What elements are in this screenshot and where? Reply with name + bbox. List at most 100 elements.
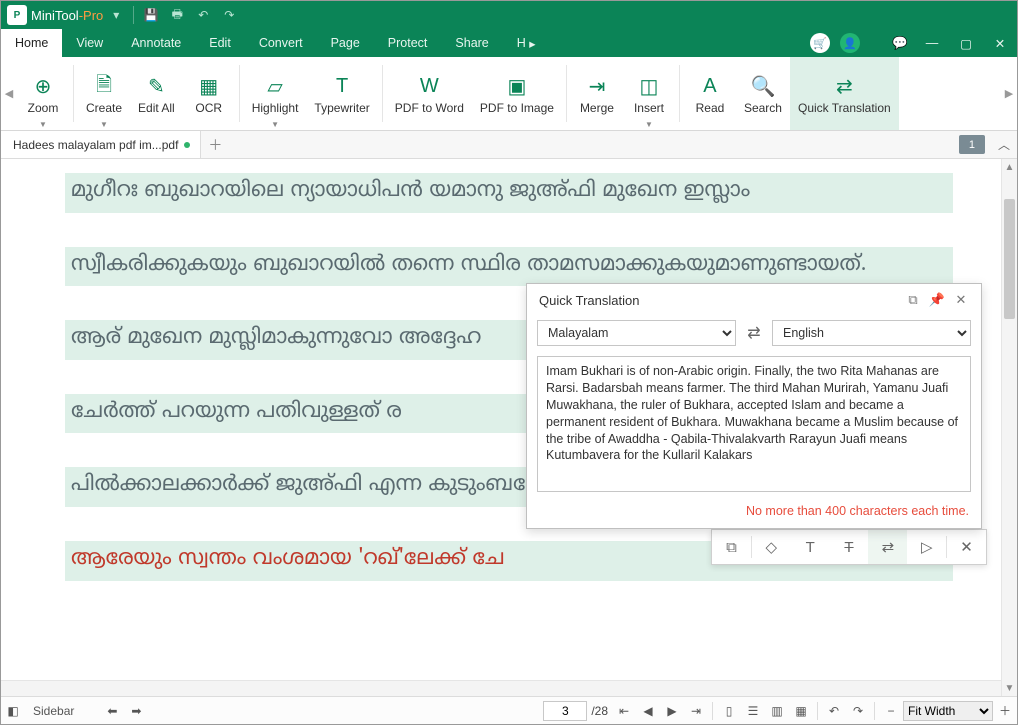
last-page-icon[interactable]: ⇥: [684, 697, 708, 724]
page-up-icon[interactable]: ◀: [636, 697, 660, 724]
menu-help[interactable]: H ▸: [503, 29, 550, 57]
tool-pdf-to-word[interactable]: WPDF to Word: [387, 57, 472, 130]
rotate-right-icon[interactable]: ↷: [846, 697, 870, 724]
menu-view[interactable]: View: [62, 29, 117, 57]
strikethrough-icon[interactable]: T: [830, 530, 869, 564]
highlight-selection-icon[interactable]: ◇: [752, 530, 791, 564]
add-tab-button[interactable]: ＋: [201, 131, 229, 158]
zoom-out-icon[interactable]: −: [879, 697, 903, 724]
quick-access-toolbar: P MiniTool-Pro ▾ 💾 🖶 ↶ ↷: [1, 1, 1017, 29]
vertical-scrollbar[interactable]: ▲ ▼: [1001, 159, 1017, 696]
zoom-level-select[interactable]: Fit Width: [903, 701, 993, 721]
highlight-icon: ▱: [267, 73, 282, 101]
tool-highlight[interactable]: ▱Highlight▼: [244, 57, 307, 130]
scroll-up-icon[interactable]: ▲: [1002, 159, 1017, 175]
zoom-in-icon[interactable]: ＋: [993, 697, 1017, 724]
feedback-icon[interactable]: 💬: [885, 29, 915, 57]
source-language-select[interactable]: Malayalam: [537, 320, 736, 346]
copy-icon[interactable]: ⧉: [901, 292, 925, 308]
create-icon: 🗎: [96, 73, 112, 101]
panel-title: Quick Translation: [539, 293, 639, 308]
page-total: /28: [587, 704, 612, 718]
app-logo: P: [7, 5, 27, 25]
document-tabs: Hadees malayalam pdf im...pdf ＋ 1 ︿: [1, 131, 1017, 159]
first-page-icon[interactable]: ⇤: [612, 697, 636, 724]
zoom-icon: ⊕: [35, 73, 52, 101]
tool-pdf-to-image[interactable]: ▣PDF to Image: [472, 57, 562, 130]
close-button[interactable]: ✕: [983, 29, 1017, 57]
tool-merge[interactable]: ⇥Merge: [571, 57, 623, 130]
pin-icon[interactable]: 📌: [925, 292, 949, 308]
undo-icon[interactable]: ↶: [190, 2, 216, 28]
sidebar-label[interactable]: Sidebar: [25, 697, 82, 724]
scroll-thumb[interactable]: [1004, 199, 1015, 319]
save-icon[interactable]: 💾: [138, 2, 164, 28]
tool-ocr[interactable]: ▦OCR: [183, 57, 235, 130]
search-icon: 🔍: [751, 73, 776, 101]
menu-protect[interactable]: Protect: [374, 29, 442, 57]
ribbon-toolbar: ◀ ⊕Zoom▼ 🗎Create▼ ✎Edit All ▦OCR ▱Highli…: [1, 57, 1017, 131]
menu-edit[interactable]: Edit: [195, 29, 245, 57]
rotate-left-icon[interactable]: ↶: [822, 697, 846, 724]
selected-text-line[interactable]: മുഗീറഃ ബുഖാറയിലെ ന്യായാധിപൻ യമാനു ജുഅ്ഫി…: [65, 173, 953, 213]
bookmark-icon[interactable]: ▷: [907, 530, 946, 564]
prev-page-button[interactable]: ⬅: [100, 697, 124, 724]
maximize-button[interactable]: ▢: [949, 29, 983, 57]
insert-icon: ◫: [640, 73, 659, 101]
document-tab[interactable]: Hadees malayalam pdf im...pdf: [1, 131, 201, 158]
sidebar-toggle-icon[interactable]: ◧: [1, 697, 25, 724]
tool-typewriter[interactable]: TTypewriter: [306, 57, 377, 130]
tool-edit-all[interactable]: ✎Edit All: [130, 57, 183, 130]
menu-page[interactable]: Page: [317, 29, 374, 57]
close-toolbar-icon[interactable]: ✕: [947, 530, 986, 564]
read-icon: A: [703, 73, 716, 101]
close-panel-icon[interactable]: ✕: [949, 292, 973, 308]
quick-translation-panel: Quick Translation ⧉ 📌 ✕ Malayalam ⇄ Engl…: [526, 283, 982, 529]
minimize-button[interactable]: —: [915, 29, 949, 57]
image-icon: ▣: [507, 73, 526, 101]
account-icon[interactable]: 👤: [835, 29, 865, 57]
translate-selection-icon[interactable]: ⇄: [868, 530, 907, 564]
translation-limit-note: No more than 400 characters each time.: [527, 500, 981, 528]
page-down-icon[interactable]: ▶: [660, 697, 684, 724]
menu-bar: Home View Annotate Edit Convert Page Pro…: [1, 29, 1017, 57]
ribbon-scroll-right[interactable]: ▶: [1001, 57, 1017, 130]
tool-read[interactable]: ARead: [684, 57, 736, 130]
menu-convert[interactable]: Convert: [245, 29, 317, 57]
single-page-view-icon[interactable]: ▯: [717, 697, 741, 724]
target-language-select[interactable]: English: [772, 320, 971, 346]
copy-selection-icon[interactable]: ⧉: [712, 530, 751, 564]
ocr-icon: ▦: [199, 73, 218, 101]
cart-icon[interactable]: 🛒: [805, 29, 835, 57]
horizontal-scrollbar[interactable]: [1, 680, 1001, 696]
tool-insert[interactable]: ◫Insert▼: [623, 57, 675, 130]
tool-quick-translation[interactable]: ⇄Quick Translation: [790, 57, 899, 130]
scroll-down-icon[interactable]: ▼: [1002, 680, 1017, 696]
menu-share[interactable]: Share: [441, 29, 502, 57]
next-page-button[interactable]: ➡: [124, 697, 148, 724]
thumbnail-view-icon[interactable]: ▦: [789, 697, 813, 724]
redo-icon[interactable]: ↷: [216, 2, 242, 28]
translate-icon: ⇄: [836, 73, 853, 101]
selection-toolbar: ⧉ ◇ T T ⇄ ▷ ✕: [711, 529, 987, 565]
continuous-view-icon[interactable]: ☰: [741, 697, 765, 724]
status-bar: ◧ Sidebar ⬅ ➡ /28 ⇤ ◀ ▶ ⇥ ▯ ☰ ▥ ▦ ↶ ↷ − …: [1, 696, 1017, 724]
print-icon[interactable]: 🖶: [164, 2, 190, 28]
tool-create[interactable]: 🗎Create▼: [78, 57, 130, 130]
swap-languages-icon[interactable]: ⇄: [742, 323, 766, 343]
translation-output[interactable]: Imam Bukhari is of non-Arabic origin. Fi…: [537, 356, 971, 492]
dropdown-icon[interactable]: ▾: [103, 2, 129, 28]
facing-view-icon[interactable]: ▥: [765, 697, 789, 724]
menu-annotate[interactable]: Annotate: [117, 29, 195, 57]
page-number-input[interactable]: [543, 701, 587, 721]
tool-zoom[interactable]: ⊕Zoom▼: [17, 57, 69, 130]
tool-search[interactable]: 🔍Search: [736, 57, 790, 130]
page-index-badge: 1: [959, 135, 985, 154]
collapse-ribbon-icon[interactable]: ︿: [991, 131, 1017, 158]
app-title: MiniTool-Pro: [31, 8, 103, 23]
ribbon-scroll-left[interactable]: ◀: [1, 57, 17, 130]
menu-home[interactable]: Home: [1, 29, 62, 57]
selected-text-line[interactable]: സ്വീകരിക്കുകയും ബുഖാറയിൽ തന്നെ സ്ഥിര താമ…: [65, 247, 953, 287]
word-icon: W: [420, 73, 439, 101]
underline-icon[interactable]: T: [791, 530, 830, 564]
